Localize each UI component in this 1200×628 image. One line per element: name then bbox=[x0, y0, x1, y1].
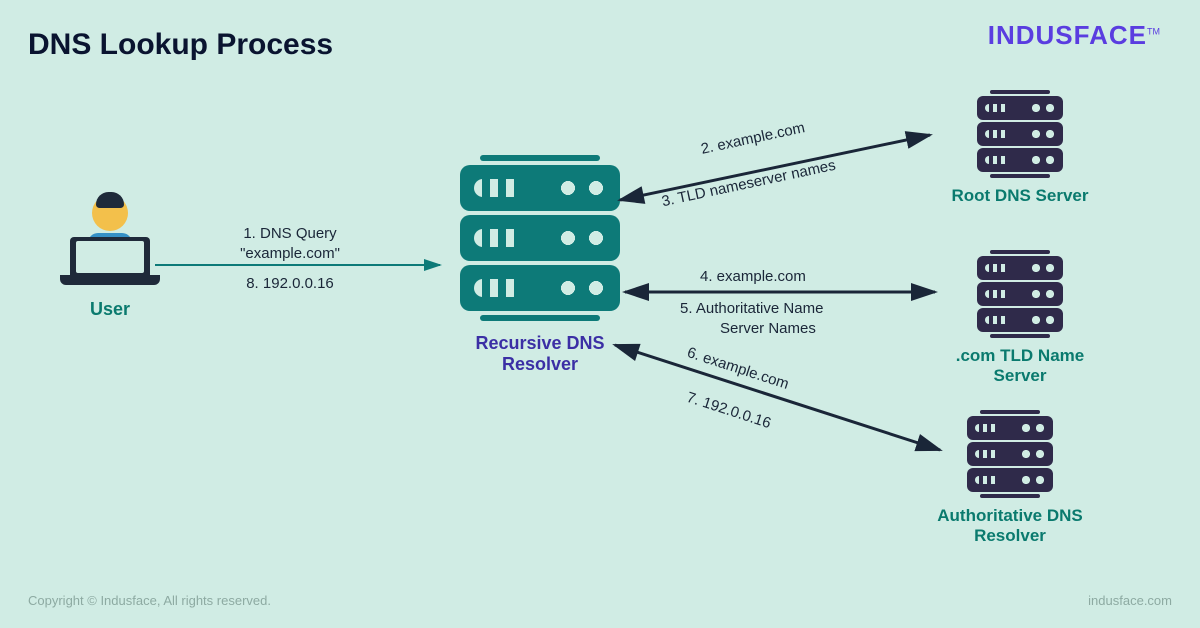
user-icon bbox=[92, 195, 128, 231]
server-icon bbox=[940, 250, 1100, 338]
step-5a: 5. Authoritative Name bbox=[680, 300, 823, 317]
user-label: User bbox=[60, 299, 160, 320]
server-icon bbox=[965, 410, 1055, 498]
server-icon bbox=[940, 90, 1100, 178]
step-4: 4. example.com bbox=[700, 268, 806, 285]
step-2: 2. example.com bbox=[699, 119, 806, 158]
auth-node: Authoritative DNS Resolver bbox=[900, 410, 1120, 546]
step-3: 3. TLD nameserver names bbox=[660, 157, 837, 210]
root-node: Root DNS Server bbox=[940, 90, 1100, 206]
server-icon bbox=[450, 155, 630, 321]
brand-logo: INDUSFACETM bbox=[988, 20, 1160, 51]
root-label: Root DNS Server bbox=[940, 186, 1100, 206]
page-title: DNS Lookup Process bbox=[28, 28, 333, 62]
auth-label: Authoritative DNS Resolver bbox=[900, 506, 1120, 546]
step-7: 7. 192.0.0.16 bbox=[685, 389, 774, 432]
brand-text: INDUSFACE bbox=[988, 20, 1147, 50]
resolver-label: Recursive DNS Resolver bbox=[450, 333, 630, 375]
step-8: 8. 192.0.0.16 bbox=[215, 275, 365, 292]
tld-node: .com TLD Name Server bbox=[940, 250, 1100, 386]
step-1a: 1. DNS Query bbox=[215, 225, 365, 242]
step-1b: "example.com" bbox=[215, 245, 365, 262]
laptop-icon bbox=[70, 237, 150, 277]
trademark: TM bbox=[1147, 26, 1160, 36]
website-text: indusface.com bbox=[1088, 593, 1172, 608]
copyright-text: Copyright © Indusface, All rights reserv… bbox=[28, 593, 271, 608]
tld-label: .com TLD Name Server bbox=[940, 346, 1100, 386]
resolver-node: Recursive DNS Resolver bbox=[450, 155, 630, 375]
user-node: User bbox=[60, 195, 160, 320]
step-6: 6. example.com bbox=[685, 344, 791, 393]
step-5b: Server Names bbox=[720, 320, 816, 337]
